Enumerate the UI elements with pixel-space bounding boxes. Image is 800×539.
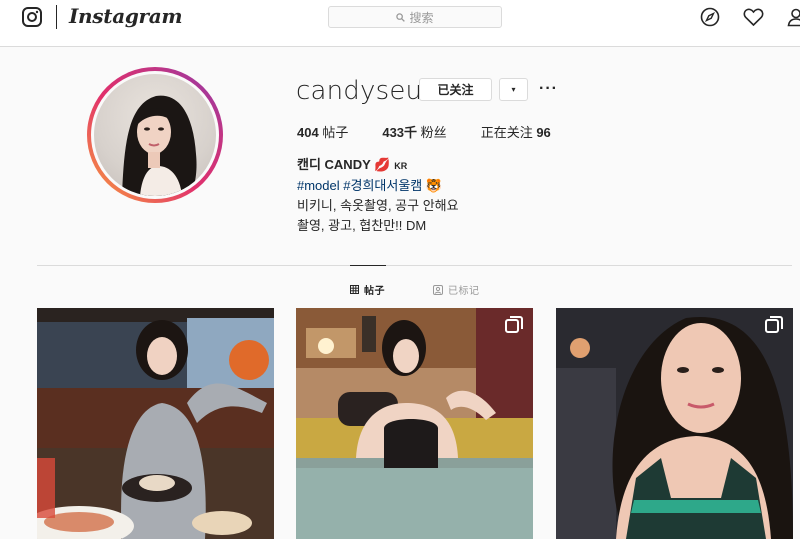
instagram-wordmark[interactable]: Instagram xyxy=(69,4,183,28)
post-thumbnail[interactable] xyxy=(556,308,793,539)
tab-posts[interactable]: 帖子 xyxy=(350,265,386,297)
profile-bio: 캔디 CANDY 💋 KR #model #경희대서울캠 🐯 비키니, 속옷촬영… xyxy=(297,155,459,236)
bio-line-3: 비키니, 속옷촬영, 공구 안해요 xyxy=(297,198,459,213)
posts-count-value: 404 xyxy=(297,125,319,140)
suggestions-dropdown-button[interactable]: ▾ xyxy=(499,78,528,101)
avatar xyxy=(91,71,219,199)
post-image-restaurant xyxy=(37,308,274,539)
profile-icon[interactable] xyxy=(786,7,800,27)
posts-count: 404 帖子 xyxy=(297,122,348,141)
lips-emoji: 💋 xyxy=(374,157,391,172)
post-thumbnail[interactable] xyxy=(37,308,274,539)
bio-name-line: 캔디 CANDY 💋 KR xyxy=(297,155,459,176)
search-placeholder: 搜索 xyxy=(409,10,434,25)
following-count[interactable]: 正在关注 96 xyxy=(481,122,551,141)
tab-tagged-label: 已标记 xyxy=(448,286,480,297)
profile-username: candyseul xyxy=(296,76,430,106)
following-button[interactable]: 已关注 xyxy=(419,78,492,101)
followers-count-label: 粉丝 xyxy=(420,125,447,140)
profile-stats: 404 帖子 433千 粉丝 正在关注 96 xyxy=(297,122,585,141)
explore-icon[interactable] xyxy=(700,7,720,27)
following-count-value: 96 xyxy=(536,125,551,140)
multiple-photos-icon xyxy=(505,316,523,333)
avatar-portrait xyxy=(122,95,197,196)
bio-line-4: 촬영, 광고, 협찬만!! DM xyxy=(297,218,427,233)
logo-divider xyxy=(56,5,57,29)
activity-heart-icon[interactable] xyxy=(743,7,764,27)
flag-kr: KR xyxy=(394,161,408,171)
grid-icon xyxy=(350,285,359,294)
multiple-photos-icon xyxy=(765,316,783,333)
tab-tagged[interactable]: 已标记 xyxy=(433,282,480,297)
post-thumbnail[interactable] xyxy=(296,308,533,539)
search-icon xyxy=(396,12,406,22)
display-name: 캔디 CANDY xyxy=(297,157,371,172)
profile-avatar-ring[interactable] xyxy=(87,67,223,203)
post-image-gym xyxy=(556,308,793,539)
top-navigation-bar: Instagram 搜索 xyxy=(0,0,800,47)
more-options-button[interactable]: ··· xyxy=(539,80,558,98)
posts-count-label: 帖子 xyxy=(322,125,349,140)
followers-count-value: 433千 xyxy=(382,125,418,140)
tab-posts-label: 帖子 xyxy=(364,286,385,297)
tiger-emoji: 🐯 xyxy=(425,178,443,193)
search-input[interactable]: 搜索 xyxy=(328,6,502,28)
hashtag-university[interactable]: #경희대서울캠 xyxy=(343,178,422,193)
instagram-camera-icon[interactable] xyxy=(22,7,42,27)
followers-count[interactable]: 433千 粉丝 xyxy=(382,122,446,141)
post-image-bath xyxy=(296,308,533,539)
tagged-icon xyxy=(433,284,443,295)
tabs-divider xyxy=(37,265,792,266)
bio-tags-line: #model #경희대서울캠 🐯 xyxy=(297,176,459,196)
following-count-label: 正在关注 xyxy=(480,125,533,140)
hashtag-model[interactable]: #model xyxy=(297,178,340,193)
